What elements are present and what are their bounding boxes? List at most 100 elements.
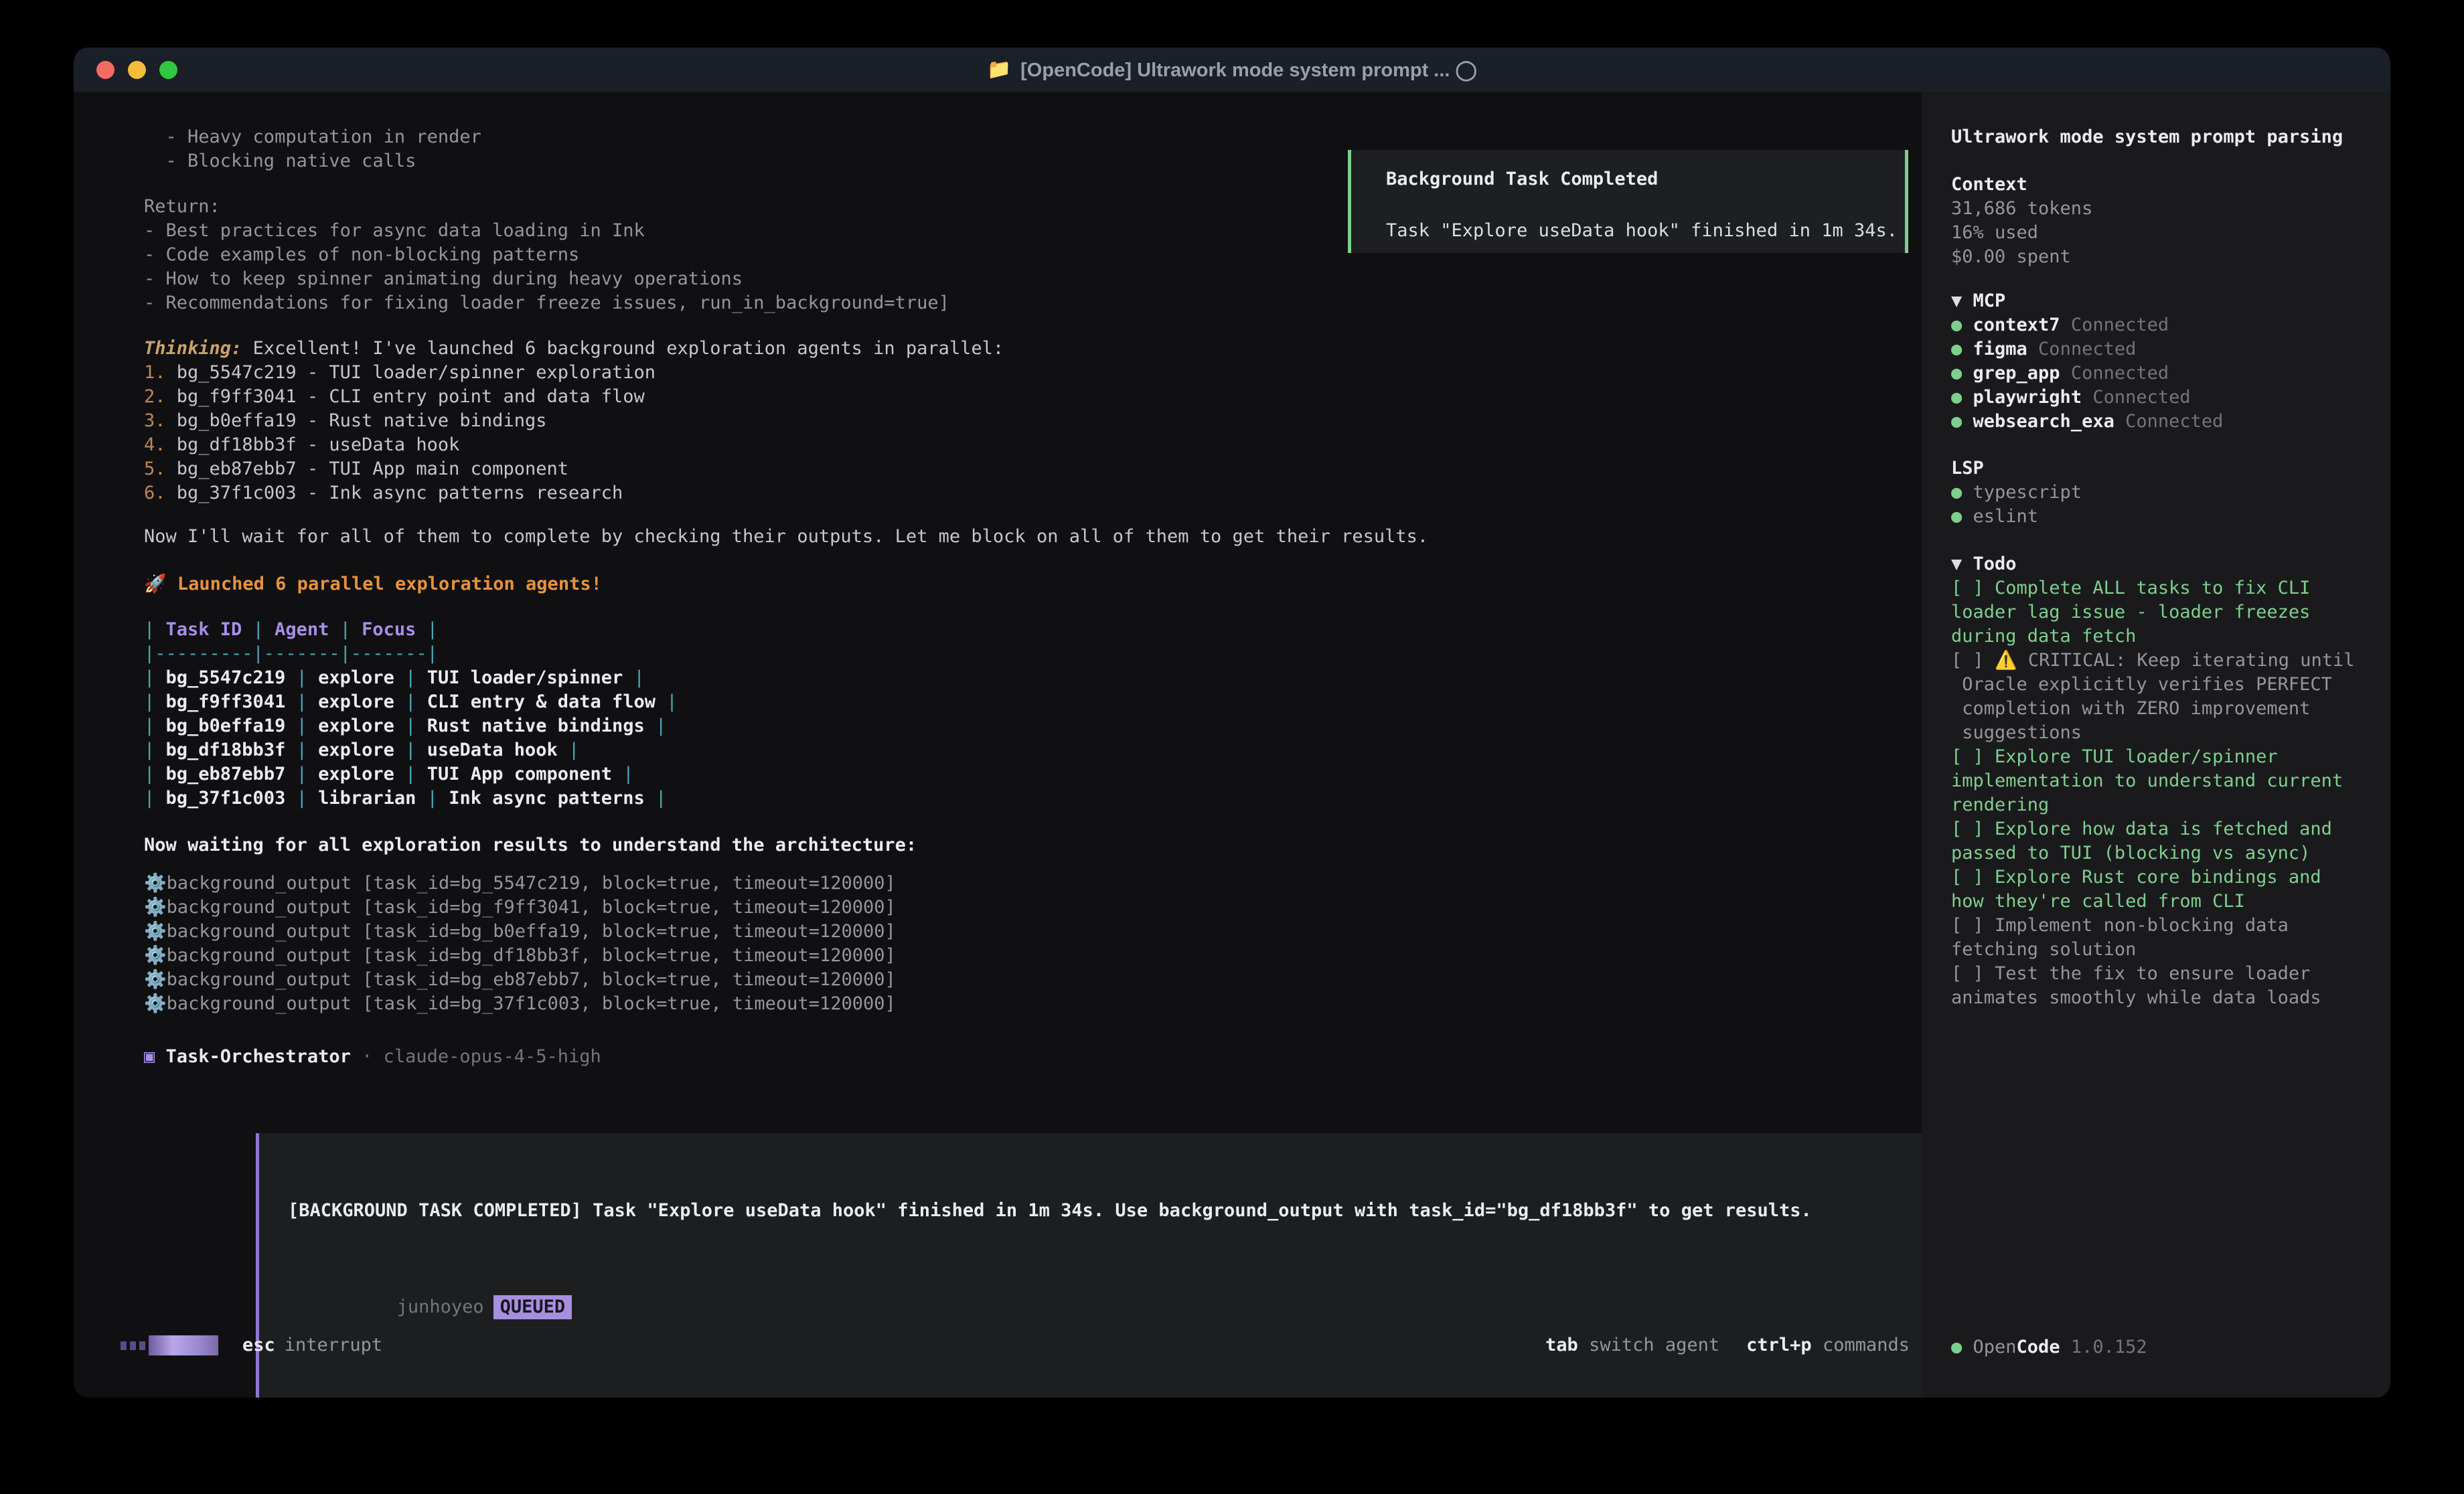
text-line: ⚙️background_output [task_id=bg_5547c219… (144, 872, 1922, 896)
text-line: ● websearch_exa Connected (1951, 410, 2377, 434)
folder-icon: 📁 (987, 58, 1011, 81)
minimize-button[interactable] (128, 61, 146, 79)
text-line: | bg_5547c219 | explore | TUI loader/spi… (144, 666, 1922, 690)
text-line: - Heavy computation in render (144, 125, 1922, 149)
text-line: during data fetch (1951, 625, 2377, 649)
text-line: Ultrawork mode system prompt parsing (1951, 125, 2377, 149)
text-line: ● typescript (1951, 481, 2377, 505)
text-block: ▣ Task-Orchestrator · claude-opus-4-5-hi… (144, 1045, 1922, 1069)
text-line: ● context7 Connected (1951, 313, 2377, 337)
text-line: Now I'll wait for all of them to complet… (144, 525, 1922, 549)
status-bar: esc interrupt tab switch agent ctrl+p co… (74, 1333, 1922, 1357)
text-line: 4. bg_df18bb3f - useData hook (144, 433, 1922, 457)
tab-key-hint[interactable]: tab (1545, 1335, 1578, 1355)
esc-key-hint[interactable]: esc (242, 1333, 275, 1357)
text-line: ⚙️background_output [task_id=bg_b0effa19… (144, 920, 1922, 944)
text-line: LSP (1951, 456, 2377, 481)
close-button[interactable] (96, 61, 114, 79)
text-line: [ ] Complete ALL tasks to fix CLI (1951, 576, 2377, 600)
text-line: ⚙️background_output [task_id=bg_f9ff3041… (144, 896, 1922, 920)
text-line: - How to keep spinner animating during h… (144, 267, 1922, 291)
spinner-icon (121, 1335, 218, 1355)
text-block: ⚙️background_output [task_id=bg_5547c219… (144, 872, 1922, 1016)
app-version (2060, 1337, 2071, 1357)
text-line: passed to TUI (blocking vs async) (1951, 841, 2377, 865)
queued-badge: QUEUED (493, 1295, 572, 1319)
text-block: LSP● typescript● eslint (1951, 456, 2377, 529)
text-line: animates smoothly while data loads (1951, 986, 2377, 1010)
background-task-toast: Background Task Completed Task "Explore … (1348, 150, 1908, 253)
sidebar-content: Ultrawork mode system prompt parsing Cont… (1922, 92, 2390, 1010)
text-line: ⚙️background_output [task_id=bg_df18bb3f… (144, 944, 1922, 968)
text-line: 🚀 Launched 6 parallel exploration agents… (144, 572, 1922, 596)
text-block: Thinking: Excellent! I've launched 6 bac… (144, 337, 1922, 505)
app-name-dim: Open (1973, 1337, 2017, 1357)
text-block: | Task ID | Agent | Focus ||---------|--… (144, 618, 1922, 811)
traffic-lights (96, 48, 177, 92)
window-title: 📁 [OpenCode] Ultrawork mode system promp… (987, 58, 1477, 82)
completed-message-text: [BACKGROUND TASK COMPLETED] Task "Explor… (288, 1199, 2030, 1223)
text-line: | bg_df18bb3f | explore | useData hook | (144, 738, 1922, 762)
text-line: [ ] Explore Rust core bindings and (1951, 865, 2377, 890)
text-line: rendering (1951, 793, 2377, 817)
text-line: Now waiting for all exploration results … (144, 833, 1922, 857)
text-line: [ ] Implement non-blocking data (1951, 914, 2377, 938)
text-line: [ ] Test the fix to ensure loader (1951, 962, 2377, 986)
window-title-text: [OpenCode] Ultrawork mode system prompt … (1020, 58, 1477, 82)
text-block: ▼ Todo[ ] Complete ALL tasks to fix CLIl… (1951, 552, 2377, 1010)
username: junhoyeo (397, 1297, 484, 1317)
app-name-bold: Code (2017, 1337, 2060, 1357)
titlebar[interactable]: 📁 [OpenCode] Ultrawork mode system promp… (74, 48, 2390, 92)
text-line: [ ] Explore TUI loader/spinner (1951, 745, 2377, 769)
sidebar: Ultrawork mode system prompt parsing Cont… (1922, 92, 2390, 1398)
text-line: ● figma Connected (1951, 337, 2377, 361)
esc-key-label: interrupt (285, 1333, 382, 1357)
text-line: 5. bg_eb87ebb7 - TUI App main component (144, 457, 1922, 481)
toast-title: Background Task Completed (1386, 167, 1905, 191)
text-block: Now waiting for all exploration results … (144, 833, 1922, 857)
text-line: |---------|-------|-------| (144, 642, 1922, 666)
ctrlp-key-label: commands (1823, 1335, 1910, 1355)
text-line: 31,686 tokens (1951, 197, 2377, 221)
text-block: Context31,686 tokens16% used$0.00 spent (1951, 173, 2377, 269)
text-line: | bg_37f1c003 | librarian | Ink async pa… (144, 786, 1922, 811)
text-line: 1. bg_5547c219 - TUI loader/spinner expl… (144, 361, 1922, 385)
completed-message-meta: junhoyeo QUEUED (288, 1271, 2030, 1343)
text-line: 3. bg_b0effa19 - Rust native bindings (144, 409, 1922, 433)
sidebar-footer: ● OpenCode 1.0.152 (1951, 1337, 2147, 1357)
toast-body: Task "Explore useData hook" finished in … (1386, 219, 1905, 243)
text-block: 🚀 Launched 6 parallel exploration agents… (144, 572, 1922, 596)
text-line: | Task ID | Agent | Focus | (144, 618, 1922, 642)
text-line: ● grep_app Connected (1951, 361, 2377, 386)
text-line: fetching solution (1951, 938, 2377, 962)
text-line: ▼ MCP (1951, 289, 2377, 313)
text-line: [ ] ⚠️ CRITICAL: Keep iterating until (1951, 649, 2377, 673)
text-block: Now I'll wait for all of them to complet… (144, 525, 1922, 549)
text-line: | bg_b0effa19 | explore | Rust native bi… (144, 714, 1922, 738)
text-line: completion with ZERO improvement (1951, 697, 2377, 721)
text-line: how they're called from CLI (1951, 890, 2377, 914)
text-line: ⚙️background_output [task_id=bg_37f1c003… (144, 992, 1922, 1016)
background-task-completed-message: [BACKGROUND TASK COMPLETED] Task "Explor… (256, 1133, 2050, 1398)
text-line: 16% used (1951, 221, 2377, 245)
text-line: ▼ Todo (1951, 552, 2377, 576)
zoom-button[interactable] (159, 61, 177, 79)
text-line: | bg_f9ff3041 | explore | CLI entry & da… (144, 690, 1922, 714)
text-line: 2. bg_f9ff3041 - CLI entry point and dat… (144, 385, 1922, 409)
text-line: ● eslint (1951, 505, 2377, 529)
text-line: suggestions (1951, 721, 2377, 745)
text-line: implementation to understand current (1951, 769, 2377, 793)
text-line: - Recommendations for fixing loader free… (144, 291, 1922, 315)
text-line: $0.00 spent (1951, 245, 2377, 269)
app-version-number: 1.0.152 (2071, 1337, 2147, 1357)
text-line: Thinking: Excellent! I've launched 6 bac… (144, 337, 1922, 361)
text-line: ⚙️background_output [task_id=bg_eb87ebb7… (144, 968, 1922, 992)
status-dot-icon: ● (1951, 1337, 1973, 1357)
text-line: loader lag issue - loader freezes (1951, 600, 2377, 625)
ctrlp-key-hint[interactable]: ctrl+p (1746, 1335, 1812, 1355)
text-line: Oracle explicitly verifies PERFECT (1951, 673, 2377, 697)
text-line: Context (1951, 173, 2377, 197)
text-line: 6. bg_37f1c003 - Ink async patterns rese… (144, 481, 1922, 505)
text-line: [ ] Explore how data is fetched and (1951, 817, 2377, 841)
text-line: ● playwright Connected (1951, 386, 2377, 410)
